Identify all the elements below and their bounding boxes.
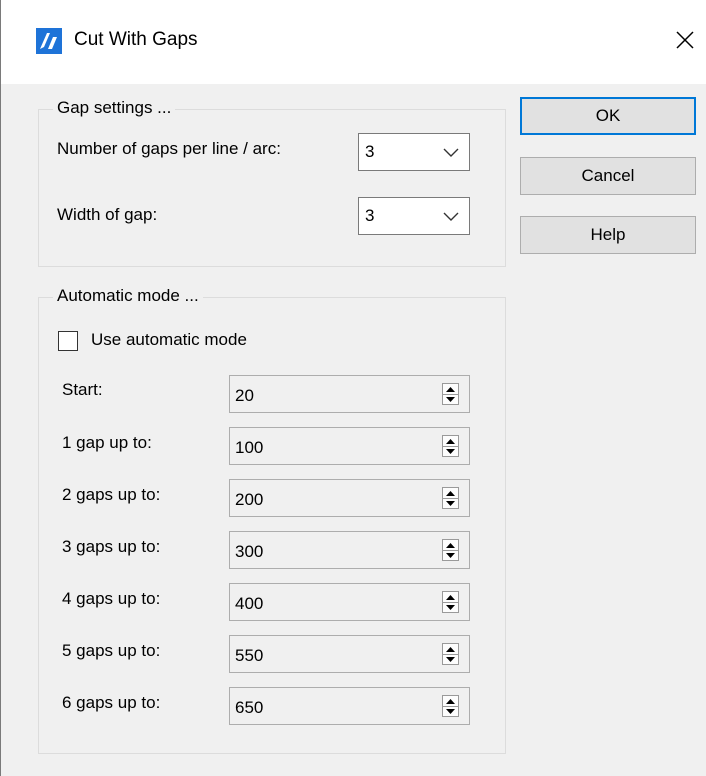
gap3-spinner[interactable] [442, 539, 459, 561]
gap5-value: 550 [235, 646, 264, 665]
help-button[interactable]: Help [520, 216, 696, 254]
spin-down-icon[interactable] [443, 446, 458, 456]
bricscad-logo-icon [36, 28, 62, 54]
gap4-label: 4 gaps up to: [62, 589, 161, 608]
gaps-per-line-label: Number of gaps per line / arc: [57, 139, 281, 158]
dialog-window: Cut With Gaps Gap settings ... Number of… [0, 0, 706, 776]
gap5-label: 5 gaps up to: [62, 641, 161, 660]
gap-width-value: 3 [365, 206, 375, 225]
automatic-mode-legend: Automatic mode ... [53, 286, 203, 306]
spin-down-icon[interactable] [443, 654, 458, 664]
use-automatic-mode-label[interactable]: Use automatic mode [91, 330, 247, 350]
spin-down-icon[interactable] [443, 550, 458, 560]
start-spin-input[interactable]: 20 [229, 375, 470, 413]
gap5-spin-input[interactable]: 550 [229, 635, 470, 673]
gap2-spinner[interactable] [442, 487, 459, 509]
gap6-label: 6 gaps up to: [62, 693, 161, 712]
gaps-per-line-select[interactable]: 3 [358, 133, 470, 171]
gap2-spin-input[interactable]: 200 [229, 479, 470, 517]
close-icon [676, 31, 694, 49]
start-label: Start: [62, 380, 103, 399]
gap4-value: 400 [235, 594, 264, 613]
spin-down-icon[interactable] [443, 602, 458, 612]
gaps-per-line-value: 3 [365, 142, 375, 161]
window-title: Cut With Gaps [74, 29, 198, 50]
gap-settings-legend: Gap settings ... [53, 98, 176, 118]
gap-width-label: Width of gap: [57, 205, 158, 224]
gap-width-select[interactable]: 3 [358, 197, 470, 235]
gap3-label: 3 gaps up to: [62, 537, 161, 556]
title-bar: Cut With Gaps [1, 0, 706, 84]
gap2-value: 200 [235, 490, 264, 509]
use-automatic-mode-checkbox[interactable] [58, 331, 78, 351]
gap1-value: 100 [235, 438, 264, 457]
gap4-spin-input[interactable]: 400 [229, 583, 470, 621]
close-button[interactable] [665, 20, 705, 60]
automatic-mode-group: Automatic mode ... [38, 286, 506, 754]
spin-down-icon[interactable] [443, 706, 458, 716]
gap6-spin-input[interactable]: 650 [229, 687, 470, 725]
gap6-spinner[interactable] [442, 695, 459, 717]
cancel-button[interactable]: Cancel [520, 157, 696, 195]
start-value: 20 [235, 386, 254, 405]
gap3-value: 300 [235, 542, 264, 561]
gap1-label: 1 gap up to: [62, 433, 152, 452]
gap4-spinner[interactable] [442, 591, 459, 613]
gap6-value: 650 [235, 698, 264, 717]
gap2-label: 2 gaps up to: [62, 485, 161, 504]
chevron-down-icon [443, 148, 459, 157]
chevron-down-icon [443, 212, 459, 221]
ok-button[interactable]: OK [520, 97, 696, 135]
gap1-spin-input[interactable]: 100 [229, 427, 470, 465]
gap3-spin-input[interactable]: 300 [229, 531, 470, 569]
spin-down-icon[interactable] [443, 498, 458, 508]
start-spinner[interactable] [442, 383, 459, 405]
spin-down-icon[interactable] [443, 394, 458, 404]
gap1-spinner[interactable] [442, 435, 459, 457]
dialog-client-area: Gap settings ... Number of gaps per line… [1, 84, 706, 776]
gap5-spinner[interactable] [442, 643, 459, 665]
